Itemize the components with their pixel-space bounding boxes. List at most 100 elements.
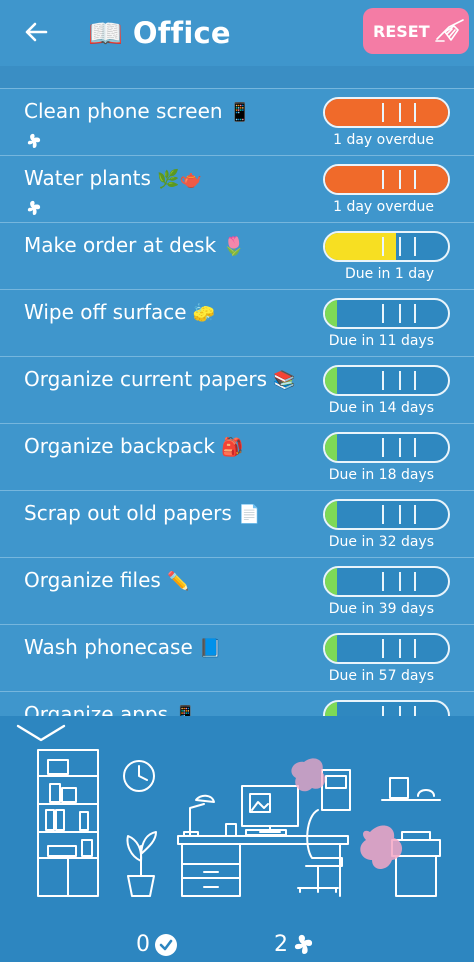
snoozed-splat-icon[interactable] <box>26 200 42 216</box>
task-row[interactable]: Water plants 🌿🫖 1 day overdue <box>0 155 474 222</box>
app-header: 📖 Office RESET <box>0 0 474 66</box>
progress-fill <box>325 568 338 595</box>
task-row[interactable]: Organize backpack 🎒 Due in 18 days <box>0 423 474 490</box>
footer-bar: 0 2 <box>0 932 474 962</box>
progress-tick <box>381 237 384 256</box>
task-name: Clean phone screen <box>24 99 223 123</box>
check-circle-icon <box>155 933 177 956</box>
progress-tick <box>381 103 384 122</box>
progress-fill <box>325 233 397 260</box>
progress-fill <box>325 635 338 662</box>
progress-tick <box>413 505 416 524</box>
room-title: Office <box>132 16 231 50</box>
task-emoji-icon: ✏️ <box>167 571 190 592</box>
progress-tick <box>398 505 401 524</box>
progress-fill <box>325 367 338 394</box>
task-label: Wash phonecase 📘 <box>24 635 222 659</box>
task-emoji-icon: 🌷 <box>222 236 245 257</box>
progress-bar <box>323 633 450 664</box>
task-name: Wash phonecase <box>24 635 193 659</box>
due-status: Due in 1 day <box>344 266 434 282</box>
progress-tick <box>398 237 401 256</box>
task-label: Organize files ✏️ <box>24 568 190 592</box>
task-name: Organize current papers <box>24 367 268 391</box>
done-counter[interactable]: 0 <box>136 932 178 957</box>
progress-bar <box>323 566 450 597</box>
splat-icon <box>294 934 313 954</box>
task-row[interactable]: Clean phone screen 📱 1 day overdue <box>0 88 474 155</box>
task-label: Scrap out old papers 📄 <box>24 501 261 525</box>
progress-tick <box>413 572 416 591</box>
progress-tick <box>381 371 384 390</box>
progress-fill <box>325 166 448 193</box>
task-emoji-icon: 📄 <box>238 504 261 525</box>
due-status: Due in 57 days <box>328 668 434 684</box>
task-label: Organize apps 📱 <box>24 702 197 716</box>
due-status: Due in 39 days <box>328 601 434 617</box>
task-row[interactable]: Make order at desk 🌷 Due in 1 day <box>0 222 474 289</box>
page-title: 📖 Office <box>88 13 231 53</box>
progress-tick <box>381 438 384 457</box>
progress-fill <box>325 501 338 528</box>
task-emoji-icon: 📱 <box>228 102 252 123</box>
progress-tick <box>398 706 401 716</box>
task-name: Make order at desk <box>24 233 217 257</box>
due-status: Due in 14 days <box>328 400 434 416</box>
task-emoji-icon: 🧽 <box>192 303 216 324</box>
progress-tick <box>398 170 401 189</box>
task-label: Organize current papers 📚 <box>24 367 296 391</box>
reset-label: RESET <box>373 21 430 41</box>
progress-tick <box>381 639 384 658</box>
progress-tick <box>413 438 416 457</box>
progress-tick <box>398 639 401 658</box>
task-name: Wipe off surface <box>24 300 187 324</box>
task-name: Water plants <box>24 166 151 190</box>
back-arrow-icon[interactable] <box>22 18 50 46</box>
progress-fill <box>325 434 338 461</box>
task-emoji-icon: 📘 <box>199 638 222 659</box>
progress-tick <box>413 371 416 390</box>
task-row[interactable]: Wash phonecase 📘 Due in 57 days <box>0 624 474 691</box>
snoozed-splat-icon[interactable] <box>26 133 42 149</box>
task-name: Organize backpack <box>24 434 216 458</box>
due-status: Due in 11 days <box>328 333 434 349</box>
task-row[interactable]: Wipe off surface 🧽 Due in 11 days <box>0 289 474 356</box>
task-label: Wipe off surface 🧽 <box>24 300 215 324</box>
header-divider <box>0 66 474 88</box>
progress-fill <box>325 99 448 126</box>
task-list[interactable]: Clean phone screen 📱 1 day overdue Water p… <box>0 88 474 716</box>
progress-bar <box>323 700 450 716</box>
task-emoji-icon: 📱 <box>174 705 197 716</box>
task-row[interactable]: Organize files ✏️ Due in 39 days <box>0 557 474 624</box>
snoozed-counter[interactable]: 2 <box>274 932 316 957</box>
progress-bar <box>323 365 450 396</box>
progress-fill <box>325 300 338 327</box>
progress-bar <box>323 164 450 195</box>
progress-tick <box>398 572 401 591</box>
progress-tick <box>381 505 384 524</box>
progress-tick <box>381 572 384 591</box>
task-label: Clean phone screen 📱 <box>24 99 251 123</box>
progress-tick <box>398 103 401 122</box>
task-label: Organize backpack 🎒 <box>24 434 244 458</box>
task-emoji-icon: 📚 <box>273 370 296 391</box>
progress-tick <box>398 438 401 457</box>
task-row[interactable]: Organize apps 📱 <box>0 691 474 716</box>
progress-bar <box>323 298 450 329</box>
paper-decoration <box>291 758 326 792</box>
progress-tick <box>381 304 384 323</box>
progress-bar <box>323 97 450 128</box>
progress-tick <box>398 304 401 323</box>
progress-tick <box>413 170 416 189</box>
progress-tick <box>398 371 401 390</box>
task-row[interactable]: Scrap out old papers 📄 Due in 32 days <box>0 490 474 557</box>
task-row[interactable]: Organize current papers 📚 Due in 14 days <box>0 356 474 423</box>
progress-fill <box>325 702 338 716</box>
due-status: 1 day overdue <box>333 132 434 148</box>
done-count: 0 <box>136 932 150 957</box>
progress-tick <box>413 706 416 716</box>
task-label: Make order at desk 🌷 <box>24 233 245 257</box>
snoozed-count: 2 <box>274 932 288 957</box>
reset-button[interactable]: RESET <box>363 8 469 54</box>
task-emoji-icon: 🌿🫖 <box>157 169 203 190</box>
